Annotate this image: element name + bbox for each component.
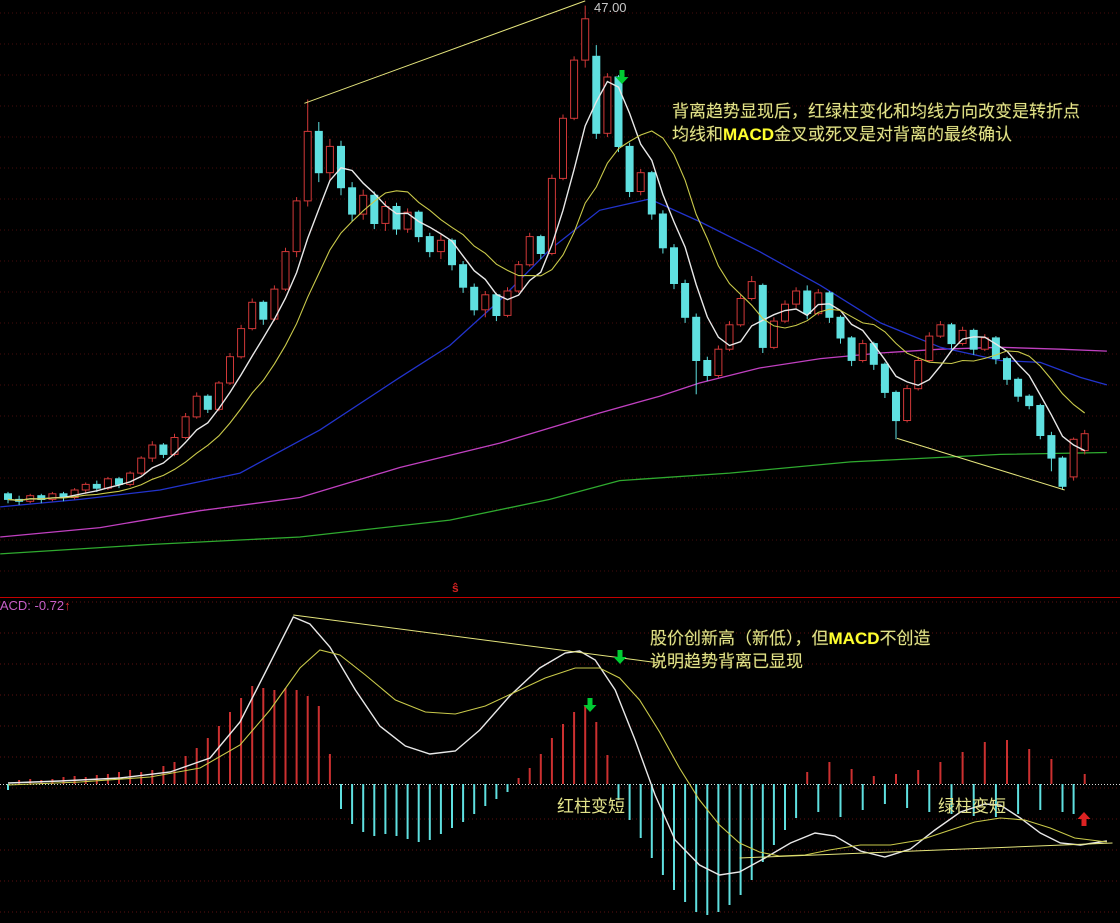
macd-up-arrow-icon: ↑ [64, 598, 71, 613]
annotation-text: 金叉或死叉是对背离的最终确认 [774, 125, 1012, 144]
annotation-text: 说明趋势背离已显现 [650, 652, 803, 671]
annotation-text: 背离趋势显现后，红绿柱变化和均线方向改变是转折点 [672, 102, 1080, 121]
annotation-line: 背离趋势显现后，红绿柱变化和均线方向改变是转折点 [672, 100, 1080, 123]
annotation-macd-highlight: MACD [723, 125, 774, 144]
annotation-line: 说明趋势背离已显现 [650, 650, 931, 673]
annotation-line: 股价创新高（新低），但MACD不创造 [650, 627, 931, 650]
separator-marker: ŝ [452, 581, 459, 595]
macd-value-label: MACD: -0.72↑ [0, 598, 71, 613]
annotation-text: 均线和 [672, 125, 723, 144]
peak-price-label: 47.00 [594, 0, 627, 15]
annotation-macd-divergence: 股价创新高（新低），但MACD不创造 说明趋势背离已显现 [650, 627, 931, 673]
signal-down-arrow-macd-1-icon [614, 650, 627, 664]
annotation-text: 不创造 [880, 629, 931, 648]
label-green-bars-shrinking: 绿柱变短 [938, 792, 1006, 817]
stock-chart-screen: 47.00 MACD: -0.72↑ ŝ 背离趋势显现后，红绿柱变化和均线方向改… [0, 0, 1120, 923]
annotation-divergence-turning-point: 背离趋势显现后，红绿柱变化和均线方向改变是转折点 均线和MACD金叉或死叉是对背… [672, 100, 1080, 146]
signal-up-arrow-macd-icon [1078, 812, 1091, 826]
annotation-macd-highlight: MACD [829, 629, 880, 648]
annotation-text: 股价创新高（新低），但 [650, 629, 829, 648]
annotation-line: 均线和MACD金叉或死叉是对背离的最终确认 [672, 123, 1080, 146]
label-red-bars-shrinking: 红柱变短 [557, 792, 625, 817]
macd-value-text: MACD: -0.72 [0, 598, 64, 613]
